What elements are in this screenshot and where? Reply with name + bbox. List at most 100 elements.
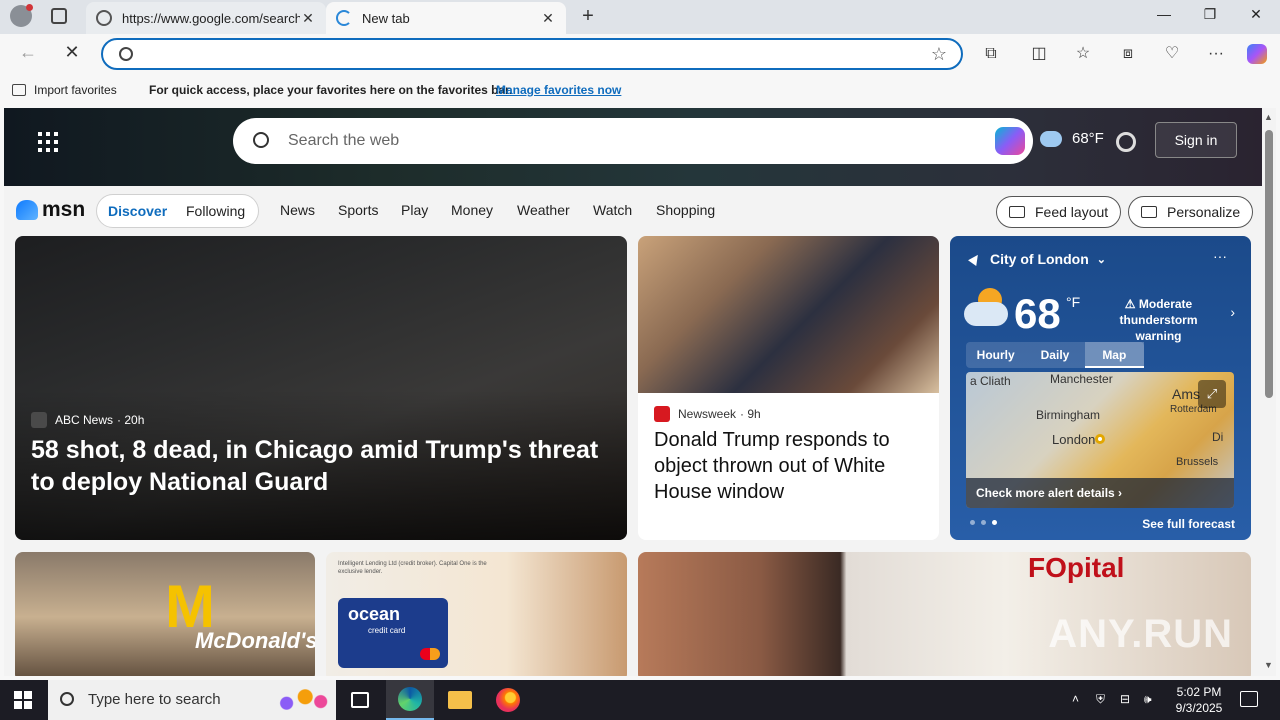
profile-avatar[interactable] <box>10 4 33 27</box>
system-clock[interactable]: 5:02 PM 9/3/2025 <box>1168 684 1230 716</box>
scroll-up-icon[interactable]: ▲ <box>1264 112 1273 122</box>
favorites-icon[interactable]: ☆ <box>1073 44 1093 64</box>
nav-news[interactable]: News <box>280 202 315 218</box>
split-screen-icon[interactable]: ◫ <box>1029 44 1049 64</box>
weather-mode-tabs: Hourly Daily Map <box>966 342 1144 368</box>
tab-discover[interactable]: Discover <box>108 203 167 219</box>
manage-favorites-link[interactable]: Manage favorites now <box>496 83 621 97</box>
scroll-down-icon[interactable]: ▼ <box>1264 660 1273 670</box>
web-search-box[interactable]: Search the web <box>233 118 1033 164</box>
personalize-button[interactable]: Personalize <box>1128 196 1254 228</box>
see-full-forecast-link[interactable]: See full forecast <box>1142 517 1235 531</box>
nav-money[interactable]: Money <box>451 202 493 218</box>
search-icon <box>60 692 74 706</box>
search-icon <box>253 132 269 148</box>
tab-daily[interactable]: Daily <box>1025 342 1084 368</box>
favorite-star-icon[interactable]: ☆ <box>931 44 947 65</box>
story-card-wide[interactable]: FOpital ANY.RUN <box>638 552 1251 676</box>
taskbar-search[interactable]: Type here to search <box>48 680 336 720</box>
chevron-up-icon[interactable]: ˄ <box>1072 692 1079 706</box>
extensions-icon[interactable]: ⧉ <box>981 44 1001 64</box>
more-options-icon[interactable]: ··· <box>1213 248 1227 264</box>
file-explorer-taskbar-button[interactable] <box>436 680 484 720</box>
collections-icon[interactable]: ⧈ <box>1118 44 1138 64</box>
notifications-icon[interactable] <box>1240 691 1258 707</box>
weather-alert[interactable]: ⚠ Moderate thunderstorm warning <box>1096 296 1221 344</box>
tab-hourly[interactable]: Hourly <box>966 342 1025 368</box>
sign-in-button[interactable]: Sign in <box>1155 122 1237 158</box>
tab-google-search[interactable]: https://www.google.com/search?q ✕ <box>86 2 326 34</box>
tab-following[interactable]: Following <box>186 203 245 219</box>
gear-icon[interactable] <box>1116 132 1136 152</box>
card-sub: credit card <box>368 626 406 635</box>
firefox-taskbar-button[interactable] <box>484 680 532 720</box>
taskbar-search-placeholder: Type here to search <box>88 691 221 708</box>
expand-map-icon[interactable]: ⤢ <box>1198 380 1226 408</box>
browser-toolbar: ← ✕ ☆ ⧉ ◫ ☆ ⧈ ♡ ··· <box>0 34 1280 74</box>
close-window-button[interactable]: ✕ <box>1244 6 1268 23</box>
story-card[interactable]: Newsweek · 9h Donald Trump responds to o… <box>638 236 939 540</box>
carousel-dots <box>970 520 997 525</box>
mastercard-logo <box>420 648 440 660</box>
loading-spinner-icon <box>336 10 352 26</box>
import-favorites-button[interactable]: Import favorites <box>12 83 117 97</box>
msn-nav: msn Discover Following News Sports Play … <box>4 186 1262 236</box>
browser-essentials-icon[interactable]: ♡ <box>1162 44 1182 64</box>
story-headline[interactable]: 58 shot, 8 dead, in Chicago amid Trump's… <box>31 434 611 498</box>
weather-map[interactable]: a Cliath Manchester Birmingham London Am… <box>966 372 1234 508</box>
copilot-doodle-icon[interactable] <box>995 127 1025 155</box>
stop-loading-button[interactable]: ✕ <box>60 42 84 63</box>
story-age: · 20h <box>117 413 145 427</box>
credit-card-image: ocean credit card <box>338 598 448 668</box>
edge-taskbar-button[interactable] <box>386 680 434 720</box>
mcdonalds-sign-text: McDonald's <box>195 628 315 653</box>
abc-news-logo-icon <box>31 412 47 428</box>
scroll-thumb[interactable] <box>1265 130 1273 398</box>
search-highlight-icon <box>268 684 330 716</box>
story-headline[interactable]: Donald Trump responds to object thrown o… <box>654 427 924 505</box>
security-icon[interactable]: ⛨ <box>1096 692 1105 707</box>
minimize-button[interactable]: — <box>1152 6 1176 22</box>
windows-start-icon[interactable] <box>14 691 32 709</box>
tab-close-icon[interactable]: ✕ <box>300 10 316 27</box>
new-tab-button[interactable]: + <box>578 5 598 28</box>
story-card-mcdonalds[interactable]: M McDonald's <box>15 552 315 676</box>
tab-map[interactable]: Map <box>1084 342 1144 368</box>
settings-more-icon[interactable]: ··· <box>1206 44 1226 64</box>
watermark: ANY.RUN <box>1048 612 1233 656</box>
nav-shopping[interactable]: Shopping <box>656 202 715 218</box>
chevron-down-icon: ⌄ <box>1096 253 1106 266</box>
msn-logo[interactable]: msn <box>16 198 85 222</box>
clock-time: 5:02 PM <box>1176 685 1222 699</box>
nav-sports[interactable]: Sports <box>338 202 378 218</box>
tab-actions-icon[interactable] <box>51 8 67 24</box>
back-button[interactable]: ← <box>16 42 40 63</box>
tab-close-icon[interactable]: ✕ <box>540 10 556 27</box>
feed-layout-button[interactable]: Feed layout <box>996 196 1122 228</box>
app-launcher-icon[interactable] <box>38 132 58 152</box>
map-label: a Cliath <box>970 374 1011 388</box>
page-scrollbar[interactable]: ▲ ▼ <box>1262 108 1276 676</box>
copilot-icon[interactable] <box>1247 44 1267 64</box>
volume-icon[interactable]: 🕪 <box>1144 692 1152 707</box>
tab-new-tab[interactable]: New tab ✕ <box>326 2 566 34</box>
map-label: Ams <box>1172 386 1200 402</box>
top-story-card[interactable]: ABC News · 20h 58 shot, 8 dead, in Chica… <box>15 236 627 540</box>
task-view-button[interactable] <box>336 680 384 720</box>
address-bar[interactable]: ☆ <box>101 38 963 70</box>
nav-watch[interactable]: Watch <box>593 202 632 218</box>
temperature-unit[interactable]: °F <box>1066 294 1080 310</box>
header-weather[interactable]: 68°F <box>1040 130 1104 147</box>
network-icon[interactable]: ⊟ <box>1120 692 1130 706</box>
restore-button[interactable]: ❐ <box>1198 6 1222 23</box>
personalize-icon <box>1141 206 1157 218</box>
alert-details-link[interactable]: Check more alert details › <box>966 478 1234 508</box>
tab-title: New tab <box>362 10 410 26</box>
chevron-right-icon[interactable]: › <box>1230 304 1235 320</box>
ad-card[interactable]: Intelligent Lending Ltd (credit broker).… <box>326 552 627 676</box>
favorites-bar-message: For quick access, place your favorites h… <box>149 83 513 97</box>
weather-location[interactable]: City of London ⌄ <box>968 251 1106 267</box>
nav-weather[interactable]: Weather <box>517 202 570 218</box>
nav-play[interactable]: Play <box>401 202 428 218</box>
msn-butterfly-icon <box>16 200 38 220</box>
